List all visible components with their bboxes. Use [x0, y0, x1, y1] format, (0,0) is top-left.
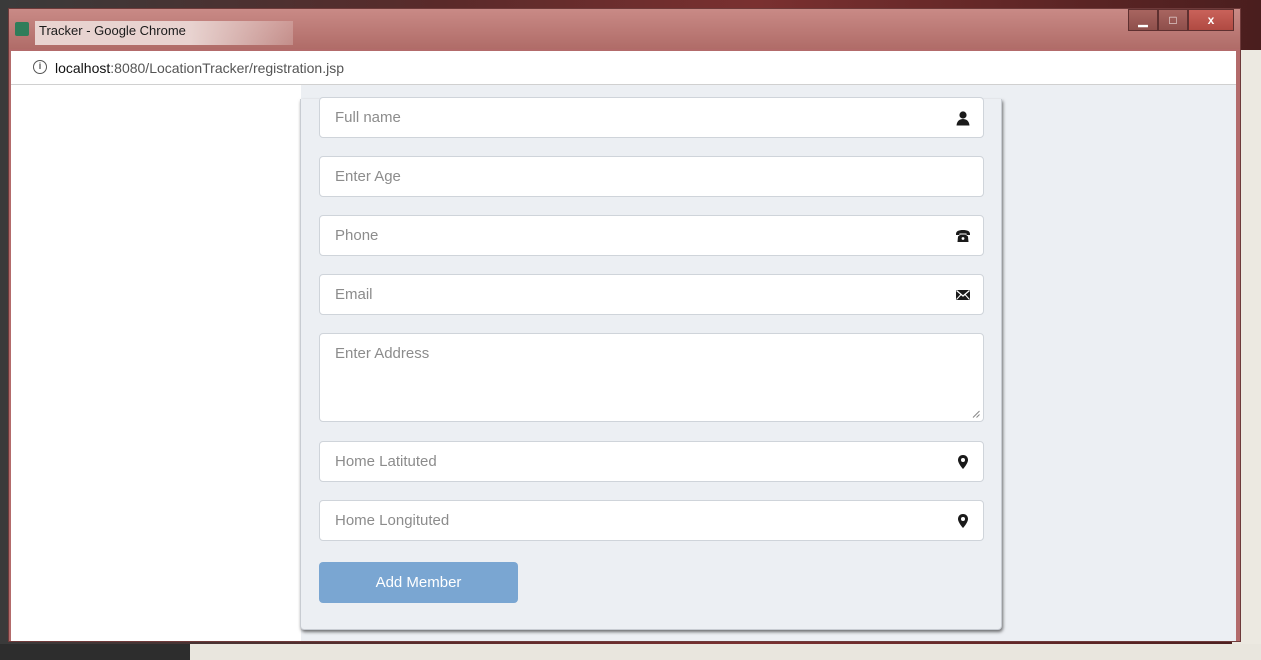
window-title: Tracker - Google Chrome [39, 23, 186, 38]
map-marker-icon [958, 514, 968, 528]
longitude-field[interactable]: Home Longituted [319, 500, 984, 541]
user-icon [956, 111, 970, 126]
registration-form: Full name Enter Age Phone Email Enter Ad… [300, 97, 1002, 630]
email-field[interactable]: Email [319, 274, 984, 315]
url-text[interactable]: localhost:8080/LocationTracker/registrat… [55, 60, 344, 76]
url-host: localhost [55, 60, 111, 76]
maximize-button[interactable]: □ [1158, 9, 1188, 31]
browser-window: Tracker - Google Chrome ▁ □ x i localhos… [8, 8, 1241, 642]
phone-field[interactable]: Phone [319, 215, 984, 256]
longitude-placeholder: Home Longituted [335, 512, 450, 529]
page-content: Full name Enter Age Phone Email Enter Ad… [11, 85, 1236, 641]
info-icon[interactable]: i [33, 60, 47, 74]
title-bar[interactable]: Tracker - Google Chrome ▁ □ x [9, 9, 1240, 49]
url-path: :8080/LocationTracker/registration.jsp [110, 60, 344, 76]
add-member-button[interactable]: Add Member [319, 562, 518, 603]
age-field[interactable]: Enter Age [319, 156, 984, 197]
latitude-placeholder: Home Latituted [335, 453, 437, 470]
close-button[interactable]: x [1188, 9, 1234, 31]
phone-placeholder: Phone [335, 227, 379, 244]
background-dark-strip [0, 644, 190, 660]
envelope-icon [956, 290, 970, 300]
resize-handle-icon[interactable] [972, 410, 980, 418]
app-icon [15, 22, 29, 36]
email-placeholder: Email [335, 286, 373, 303]
age-placeholder: Enter Age [335, 168, 401, 185]
address-field[interactable]: Enter Address [319, 333, 984, 422]
fullname-placeholder: Full name [335, 109, 401, 126]
latitude-field[interactable]: Home Latituted [319, 441, 984, 482]
minimize-button[interactable]: ▁ [1128, 9, 1158, 31]
address-placeholder: Enter Address [335, 345, 430, 362]
phone-icon [956, 230, 970, 242]
address-bar[interactable]: i localhost:8080/LocationTracker/registr… [11, 51, 1236, 85]
fullname-field[interactable]: Full name [319, 97, 984, 138]
map-marker-icon [958, 455, 968, 469]
window-controls: ▁ □ x [1128, 9, 1234, 31]
